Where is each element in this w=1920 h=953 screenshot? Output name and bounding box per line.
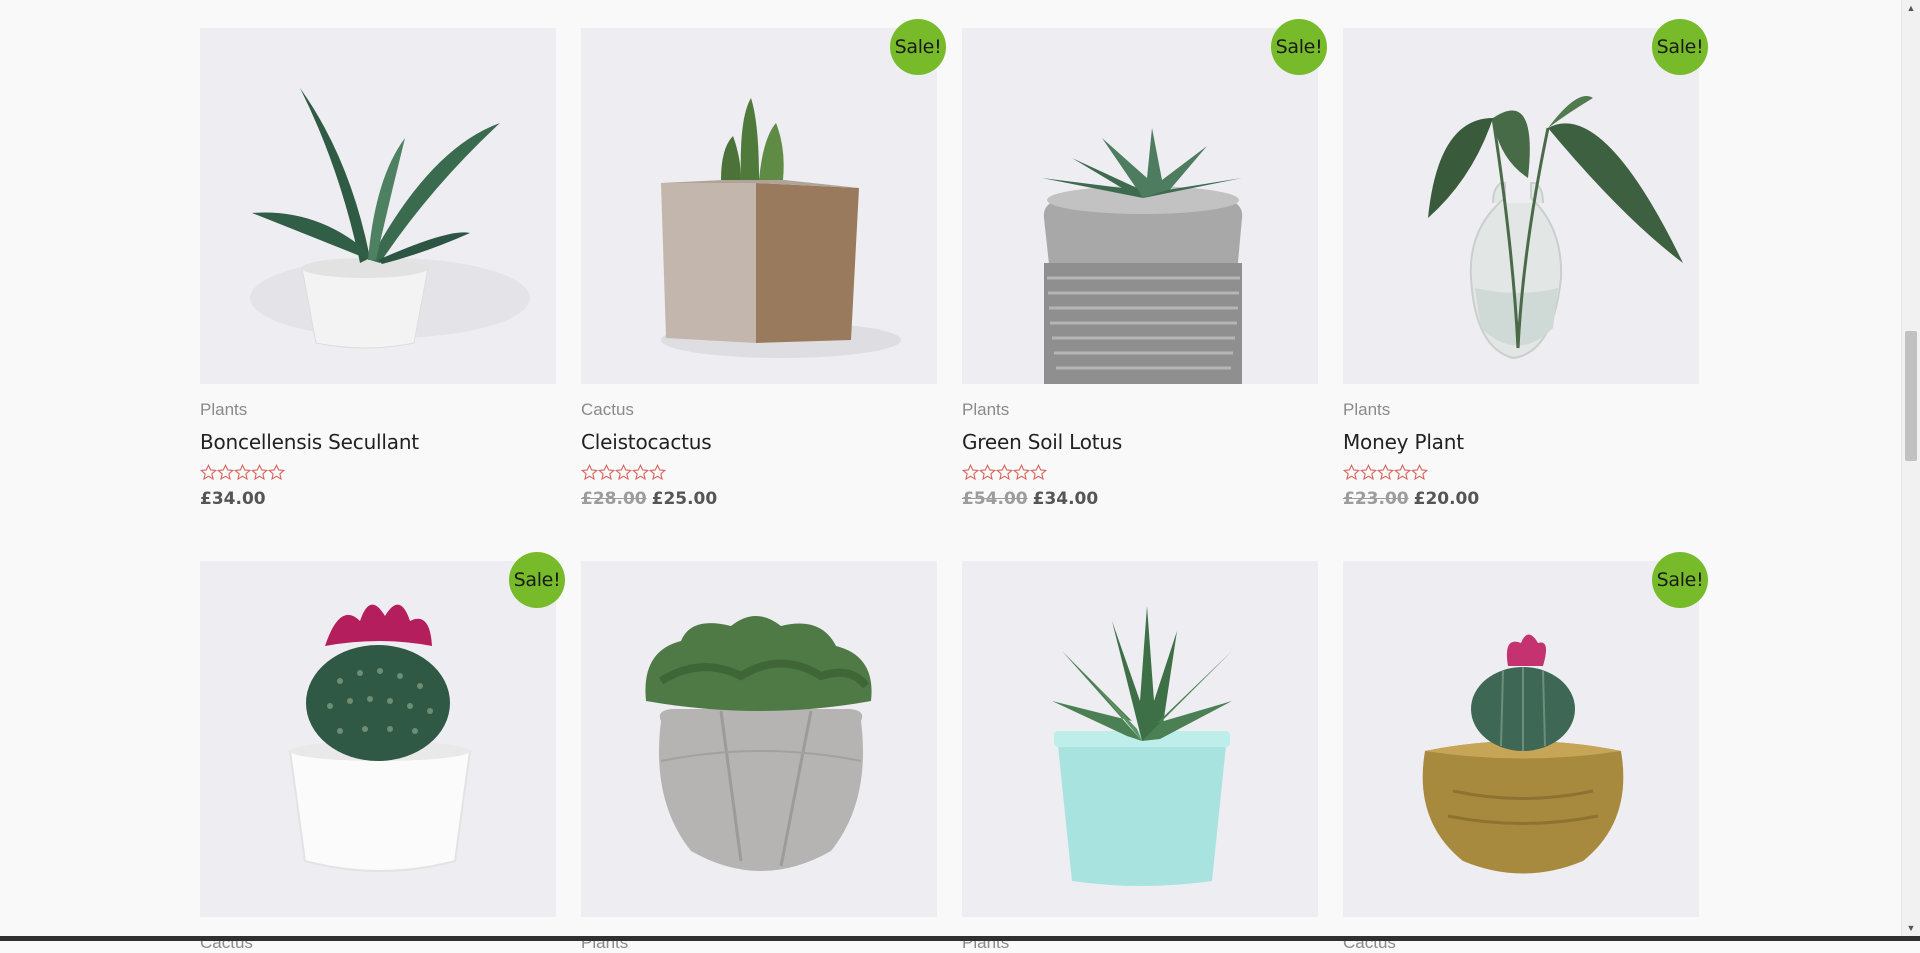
star-outline-icon: [581, 464, 598, 481]
product-card: Sale! Cactus Cleistocactus £28.00 £25.00: [581, 19, 946, 509]
product-image-link[interactable]: [962, 28, 1318, 384]
product-grid: Plants Boncellensis Secullant £34.00 Sal…: [200, 19, 1708, 953]
product-category[interactable]: Plants: [962, 400, 1318, 420]
star-outline-icon: [268, 464, 285, 481]
haworthia-mint-pot-image: [1052, 606, 1232, 886]
flowering-cactus-image: [288, 604, 472, 872]
star-outline-icon: [234, 464, 251, 481]
scrollbar-thumb[interactable]: [1905, 331, 1917, 461]
product-price: £23.00 £20.00: [1343, 489, 1699, 509]
product-image-link[interactable]: [962, 561, 1318, 917]
product-card: Sale! Cactus: [1343, 552, 1708, 953]
cactus-brass-pot-image: [1422, 634, 1624, 874]
product-title[interactable]: Money Plant: [1343, 430, 1699, 454]
product-card: Plants: [581, 561, 937, 953]
star-outline-icon: [1360, 464, 1377, 481]
sale-badge: Sale!: [1652, 552, 1708, 608]
product-image-link[interactable]: [1343, 28, 1699, 384]
product-image-link[interactable]: [581, 561, 937, 917]
star-outline-icon: [598, 464, 615, 481]
star-outline-icon: [1343, 464, 1360, 481]
sale-badge: Sale!: [1271, 19, 1327, 75]
product-title[interactable]: Cleistocactus: [581, 430, 937, 454]
product-price: £28.00 £25.00: [581, 489, 937, 509]
star-rating: [1343, 464, 1699, 482]
original-price: £23.00: [1343, 489, 1409, 509]
original-price: £54.00: [962, 489, 1028, 509]
star-outline-icon: [200, 464, 217, 481]
star-outline-icon: [1411, 464, 1428, 481]
sale-badge: Sale!: [890, 19, 946, 75]
cactus-square-pot-image: [661, 98, 901, 358]
sale-badge: Sale!: [509, 552, 565, 608]
star-outline-icon: [1030, 464, 1047, 481]
star-outline-icon: [996, 464, 1013, 481]
current-price: £34.00: [1032, 489, 1099, 509]
product-card: Plants Boncellensis Secullant £34.00: [200, 28, 556, 509]
money-plant-image: [1428, 96, 1683, 360]
star-outline-icon: [1394, 464, 1411, 481]
star-outline-icon: [1013, 464, 1030, 481]
product-image-link[interactable]: [1343, 561, 1699, 917]
scroll-down-arrow-icon[interactable]: ▼: [1902, 920, 1920, 936]
current-price: £34.00: [200, 489, 266, 509]
star-outline-icon: [1377, 464, 1394, 481]
current-price: £20.00: [1413, 489, 1480, 509]
product-image-link[interactable]: [581, 28, 937, 384]
star-outline-icon: [217, 464, 234, 481]
product-price: £54.00 £34.00: [962, 489, 1318, 509]
star-rating: [200, 464, 556, 482]
bottom-edge-bar: [0, 936, 1920, 941]
product-card: Sale! Cactus: [200, 552, 565, 953]
sale-badge: Sale!: [1652, 19, 1708, 75]
star-rating: [581, 464, 937, 482]
product-image-link[interactable]: [200, 28, 556, 384]
star-outline-icon: [979, 464, 996, 481]
product-card: Sale! Plants Green Soil Lotus £54.00 £34.…: [962, 19, 1327, 509]
product-title[interactable]: Boncellensis Secullant: [200, 430, 556, 454]
star-outline-icon: [615, 464, 632, 481]
current-price: £25.00: [651, 489, 718, 509]
star-outline-icon: [632, 464, 649, 481]
product-category[interactable]: Plants: [1343, 400, 1699, 420]
aloe-plant-image: [250, 88, 530, 349]
star-outline-icon: [649, 464, 666, 481]
scroll-up-arrow-icon[interactable]: ▲: [1902, 0, 1920, 16]
product-card: Plants: [962, 561, 1318, 953]
product-price: £34.00: [200, 489, 556, 509]
succulent-stone-pot-image: [1042, 128, 1243, 384]
product-title[interactable]: Green Soil Lotus: [962, 430, 1318, 454]
product-category[interactable]: Plants: [200, 400, 556, 420]
star-outline-icon: [962, 464, 979, 481]
star-rating: [962, 464, 1318, 482]
star-outline-icon: [251, 464, 268, 481]
page-scrollbar[interactable]: ▲ ▼: [1901, 0, 1920, 936]
product-category[interactable]: Cactus: [581, 400, 937, 420]
original-price: £28.00: [581, 489, 647, 509]
moss-concrete-pot-image: [645, 616, 872, 871]
product-image-link[interactable]: [200, 561, 556, 917]
product-card: Sale! Plants Money Plant £23.00 £20.00: [1343, 19, 1708, 509]
